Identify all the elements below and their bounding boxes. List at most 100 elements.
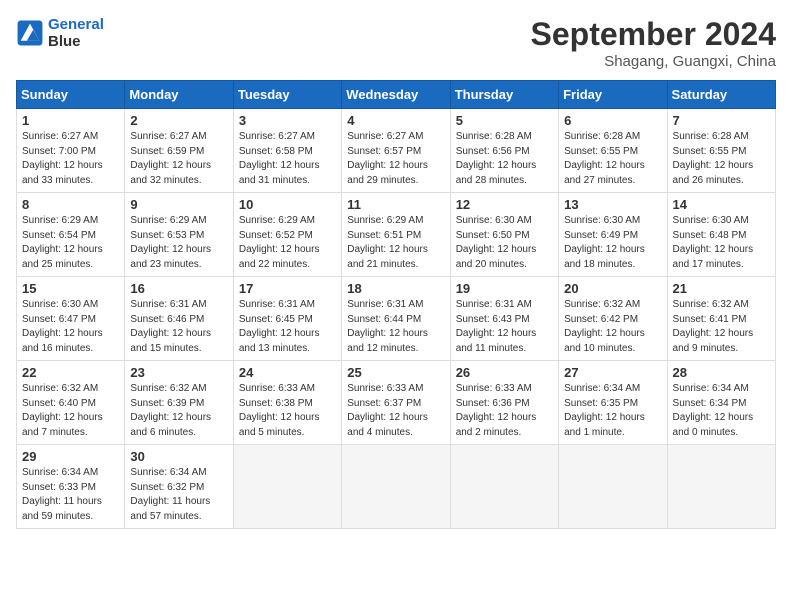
day-info: Sunrise: 6:30 AMSunset: 6:48 PMDaylight:… bbox=[673, 214, 770, 272]
day-info: Sunrise: 6:30 AMSunset: 6:49 PMDaylight:… bbox=[564, 214, 661, 272]
day-number: 6 bbox=[564, 113, 661, 128]
day-number: 8 bbox=[22, 197, 119, 212]
weekday-header-row: SundayMondayTuesdayWednesdayThursdayFrid… bbox=[17, 81, 776, 109]
day-info: Sunrise: 6:29 AMSunset: 6:54 PMDaylight:… bbox=[22, 214, 119, 272]
day-info: Sunrise: 6:30 AMSunset: 6:47 PMDaylight:… bbox=[22, 298, 119, 356]
day-info: Sunrise: 6:34 AMSunset: 6:35 PMDaylight:… bbox=[564, 382, 661, 440]
day-number: 14 bbox=[673, 197, 770, 212]
calendar-cell: 13 Sunrise: 6:30 AMSunset: 6:49 PMDayligh… bbox=[559, 193, 667, 277]
calendar-cell: 29Sunrise: 6:34 AMSunset: 6:33 PMDayligh… bbox=[17, 445, 125, 529]
day-number: 12 bbox=[456, 197, 553, 212]
calendar-cell: 25Sunrise: 6:33 AMSunset: 6:37 PMDayligh… bbox=[342, 361, 450, 445]
calendar-cell: 10Sunrise: 6:29 AMSunset: 6:52 PMDayligh… bbox=[233, 193, 341, 277]
day-number: 19 bbox=[456, 281, 553, 296]
weekday-header-tuesday: Tuesday bbox=[233, 81, 341, 109]
weekday-header-sunday: Sunday bbox=[17, 81, 125, 109]
day-info: Sunrise: 6:28 AMSunset: 6:55 PMDaylight:… bbox=[673, 130, 770, 188]
weekday-header-wednesday: Wednesday bbox=[342, 81, 450, 109]
calendar-cell bbox=[342, 445, 450, 529]
week-row-5: 29Sunrise: 6:34 AMSunset: 6:33 PMDayligh… bbox=[17, 445, 776, 529]
calendar-cell bbox=[450, 445, 558, 529]
day-number: 28 bbox=[673, 365, 770, 380]
calendar-cell: 16 Sunrise: 6:31 AMSunset: 6:46 PMDayligh… bbox=[125, 277, 233, 361]
day-info: Sunrise: 6:31 AMSunset: 6:45 PMDaylight:… bbox=[239, 298, 336, 356]
day-info: Sunrise: 6:29 AMSunset: 6:52 PMDaylight:… bbox=[239, 214, 336, 272]
day-info: Sunrise: 6:27 AMSunset: 6:58 PMDaylight:… bbox=[239, 130, 336, 188]
day-number: 30 bbox=[130, 449, 227, 464]
calendar-cell: 12Sunrise: 6:30 AMSunset: 6:50 PMDayligh… bbox=[450, 193, 558, 277]
weekday-header-monday: Monday bbox=[125, 81, 233, 109]
calendar-cell: 3Sunrise: 6:27 AMSunset: 6:58 PMDaylight… bbox=[233, 109, 341, 193]
day-info: Sunrise: 6:34 AMSunset: 6:33 PMDaylight:… bbox=[22, 466, 119, 524]
week-row-3: 15 Sunrise: 6:30 AMSunset: 6:47 PMDayligh… bbox=[17, 277, 776, 361]
calendar-cell: 6 Sunrise: 6:28 AMSunset: 6:55 PMDaylight… bbox=[559, 109, 667, 193]
calendar-cell: 9Sunrise: 6:29 AMSunset: 6:53 PMDaylight… bbox=[125, 193, 233, 277]
day-number: 4 bbox=[347, 113, 444, 128]
day-number: 24 bbox=[239, 365, 336, 380]
calendar-cell: 26 Sunrise: 6:33 AMSunset: 6:36 PMDayligh… bbox=[450, 361, 558, 445]
calendar-cell: 4 Sunrise: 6:27 AMSunset: 6:57 PMDaylight… bbox=[342, 109, 450, 193]
day-info: Sunrise: 6:33 AMSunset: 6:38 PMDaylight:… bbox=[239, 382, 336, 440]
calendar-cell: 28 Sunrise: 6:34 AMSunset: 6:34 PMDayligh… bbox=[667, 361, 775, 445]
calendar-cell: 7Sunrise: 6:28 AMSunset: 6:55 PMDaylight… bbox=[667, 109, 775, 193]
calendar-cell bbox=[233, 445, 341, 529]
day-number: 21 bbox=[673, 281, 770, 296]
day-number: 23 bbox=[130, 365, 227, 380]
month-title: September 2024 bbox=[531, 16, 776, 53]
day-number: 26 bbox=[456, 365, 553, 380]
day-number: 11 bbox=[347, 197, 444, 212]
day-number: 16 bbox=[130, 281, 227, 296]
day-number: 27 bbox=[564, 365, 661, 380]
calendar-cell: 24 Sunrise: 6:33 AMSunset: 6:38 PMDayligh… bbox=[233, 361, 341, 445]
title-block: September 2024 Shagang, Guangxi, China bbox=[531, 16, 776, 70]
weekday-header-thursday: Thursday bbox=[450, 81, 558, 109]
logo-icon bbox=[16, 19, 44, 47]
calendar-cell: 19 Sunrise: 6:31 AMSunset: 6:43 PMDayligh… bbox=[450, 277, 558, 361]
week-row-2: 8 Sunrise: 6:29 AMSunset: 6:54 PMDaylight… bbox=[17, 193, 776, 277]
day-info: Sunrise: 6:27 AMSunset: 7:00 PMDaylight:… bbox=[22, 130, 119, 188]
day-info: Sunrise: 6:31 AMSunset: 6:46 PMDaylight:… bbox=[130, 298, 227, 356]
day-info: Sunrise: 6:31 AMSunset: 6:44 PMDaylight:… bbox=[347, 298, 444, 356]
day-info: Sunrise: 6:32 AMSunset: 6:42 PMDaylight:… bbox=[564, 298, 661, 356]
calendar-cell: 15 Sunrise: 6:30 AMSunset: 6:47 PMDayligh… bbox=[17, 277, 125, 361]
calendar-cell: 2 Sunrise: 6:27 AMSunset: 6:59 PMDaylight… bbox=[125, 109, 233, 193]
logo: General Blue bbox=[16, 16, 104, 50]
day-info: Sunrise: 6:29 AMSunset: 6:51 PMDaylight:… bbox=[347, 214, 444, 272]
calendar-cell: 30 Sunrise: 6:34 AMSunset: 6:32 PMDayligh… bbox=[125, 445, 233, 529]
day-number: 25 bbox=[347, 365, 444, 380]
weekday-header-saturday: Saturday bbox=[667, 81, 775, 109]
day-info: Sunrise: 6:27 AMSunset: 6:59 PMDaylight:… bbox=[130, 130, 227, 188]
day-info: Sunrise: 6:32 AMSunset: 6:40 PMDaylight:… bbox=[22, 382, 119, 440]
calendar-cell bbox=[667, 445, 775, 529]
day-number: 1 bbox=[22, 113, 119, 128]
day-info: Sunrise: 6:32 AMSunset: 6:39 PMDaylight:… bbox=[130, 382, 227, 440]
day-info: Sunrise: 6:32 AMSunset: 6:41 PMDaylight:… bbox=[673, 298, 770, 356]
calendar-cell: 27 Sunrise: 6:34 AMSunset: 6:35 PMDayligh… bbox=[559, 361, 667, 445]
logo-text: General Blue bbox=[48, 16, 104, 50]
calendar-cell: 17Sunrise: 6:31 AMSunset: 6:45 PMDayligh… bbox=[233, 277, 341, 361]
calendar-cell bbox=[559, 445, 667, 529]
day-info: Sunrise: 6:31 AMSunset: 6:43 PMDaylight:… bbox=[456, 298, 553, 356]
calendar-cell: 14 Sunrise: 6:30 AMSunset: 6:48 PMDayligh… bbox=[667, 193, 775, 277]
day-info: Sunrise: 6:28 AMSunset: 6:56 PMDaylight:… bbox=[456, 130, 553, 188]
week-row-1: 1 Sunrise: 6:27 AMSunset: 7:00 PMDaylight… bbox=[17, 109, 776, 193]
day-number: 18 bbox=[347, 281, 444, 296]
page-header: General Blue September 2024 Shagang, Gua… bbox=[16, 16, 776, 70]
day-info: Sunrise: 6:33 AMSunset: 6:36 PMDaylight:… bbox=[456, 382, 553, 440]
calendar-cell: 11 Sunrise: 6:29 AMSunset: 6:51 PMDayligh… bbox=[342, 193, 450, 277]
calendar-cell: 1 Sunrise: 6:27 AMSunset: 7:00 PMDaylight… bbox=[17, 109, 125, 193]
day-info: Sunrise: 6:34 AMSunset: 6:32 PMDaylight:… bbox=[130, 466, 227, 524]
day-info: Sunrise: 6:34 AMSunset: 6:34 PMDaylight:… bbox=[673, 382, 770, 440]
calendar-cell: 21 Sunrise: 6:32 AMSunset: 6:41 PMDayligh… bbox=[667, 277, 775, 361]
day-info: Sunrise: 6:27 AMSunset: 6:57 PMDaylight:… bbox=[347, 130, 444, 188]
day-number: 20 bbox=[564, 281, 661, 296]
day-number: 22 bbox=[22, 365, 119, 380]
day-number: 2 bbox=[130, 113, 227, 128]
day-number: 15 bbox=[22, 281, 119, 296]
day-info: Sunrise: 6:28 AMSunset: 6:55 PMDaylight:… bbox=[564, 130, 661, 188]
day-info: Sunrise: 6:29 AMSunset: 6:53 PMDaylight:… bbox=[130, 214, 227, 272]
location: Shagang, Guangxi, China bbox=[531, 53, 776, 70]
week-row-4: 22 Sunrise: 6:32 AMSunset: 6:40 PMDayligh… bbox=[17, 361, 776, 445]
calendar-cell: 18 Sunrise: 6:31 AMSunset: 6:44 PMDayligh… bbox=[342, 277, 450, 361]
day-number: 13 bbox=[564, 197, 661, 212]
